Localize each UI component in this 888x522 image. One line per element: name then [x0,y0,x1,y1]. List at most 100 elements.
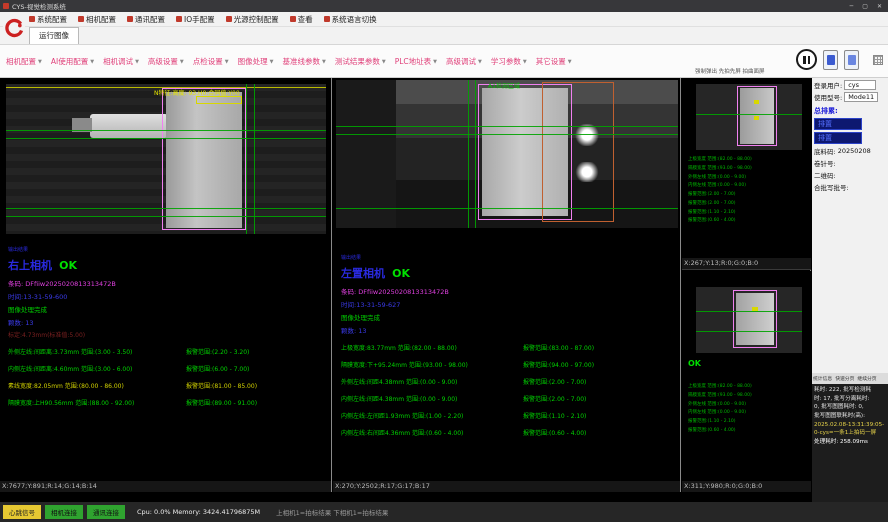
qrcode-label: 二维码: [814,170,836,180]
feature-mark [754,100,759,104]
stats-line: 时: 17, 批写分离耗时: [814,395,886,404]
model-value[interactable]: Mode11 [844,92,878,102]
menu-item-label: 查看 [298,14,313,25]
feature-mark [754,116,759,120]
measure-line [336,126,678,127]
output-result-label: 输出结果 [341,254,677,261]
preview-camera-image-1[interactable] [696,84,802,150]
measurement-value: 素线宽度:82.05mm 范围:(80.00 - 86.00) [8,381,186,390]
pause-button[interactable] [796,49,817,70]
camera-result-text: 上相机1=拍标结果 下相机1=拍标结果 [276,507,388,517]
measure-line [468,80,469,228]
alarm-range: 报警范围:(89.00 - 91.00) [186,398,328,407]
alarm-range: 报警范围:(2.20 - 3.20) [186,347,328,356]
app-window: CYS-视觉检测系统 ─ ▢ ✕ 系统配置 相机配置 通讯配置 [0,0,888,522]
menu-item-label: 光源控制配置 [234,14,279,25]
measure-line [475,80,476,228]
preview-result-line: 报警范围:(0.60 - 4.00) [688,427,809,436]
output-result-label: 输出结果 [8,246,328,253]
maximize-button[interactable]: ▢ [862,3,868,10]
toolbar-item[interactable]: 相机调试 ▼ [103,56,139,67]
stats-tab[interactable]: 继续分页 [857,375,876,382]
measure-line [6,138,326,139]
measure-line [6,130,326,131]
left-result-block: 输出结果 右上相机 OK 条码: DFfiiw2025020813313472B… [8,246,328,415]
light-flare [574,162,600,182]
process-status-text: 图像处理完成 [341,312,677,322]
right-camera-panel: A1检测区域 输出结果 左置相机 OK 条码: DFfiiw2025020813… [333,78,681,492]
minimize-button[interactable]: ─ [850,3,854,10]
toolbar-item[interactable]: 高级调试 ▼ [446,56,482,67]
toolbar-item[interactable]: 其它设置 ▼ [536,56,572,67]
needle-label: 卷针号: [814,158,836,168]
toolbar-item[interactable]: 高级设置 ▼ [148,56,184,67]
toolbar-item[interactable]: 图像处理 ▼ [238,56,274,67]
measurement-value: 内侧左线:右间距4.36mm 范围:(0.60 - 4.00) [341,428,523,437]
menu-item-icon [29,16,35,22]
preview-panel-top: 上极宽度 范围:(82.00 - 88.00)隔膜宽度 范围:(93.00 - … [682,78,811,270]
pause-icon [803,56,806,64]
toolbar-item[interactable]: AI使用配置 ▼ [51,56,94,67]
left-camera-image[interactable]: N特征:高度: 93.H0:合同值:Y00 [6,84,326,234]
measurement-row: 内侧左线:左间距1.93mm 范围:(1.00 - 2.20) 报警范围:(1.… [341,411,677,420]
chevron-down-icon: ▼ [322,59,326,65]
menu-item[interactable]: 光源控制配置 [226,14,279,25]
preview-camera-image-2[interactable] [696,287,802,353]
toolbar-item[interactable]: 学习参数 ▼ [491,56,527,67]
result-ok-badge: OK [59,259,77,272]
toolbar-item[interactable]: PLC地址表 ▼ [395,56,437,67]
measurement-row: 隔膜宽度:上H90.56mm 范围:(88.00 - 92.00) 报警范围:(… [8,398,328,407]
menu-item-label: 系统配置 [37,14,67,25]
status-indicator: 相机连接 [45,505,83,519]
preview-result-line: 隔膜宽度 范围:(93.00 - 98.00) [688,392,809,401]
menu-item[interactable]: 查看 [290,14,313,25]
menu-item-label: 通讯配置 [135,14,165,25]
result-ok-badge: OK [392,267,410,280]
measurement-value: 内侧左线:间距离:4.60mm 范围:(3.00 - 6.00) [8,364,186,373]
measure-line [246,84,247,234]
alarm-range: 报警范围:(2.00 - 7.00) [523,377,677,386]
chevron-down-icon: ▼ [568,59,572,65]
chevron-down-icon: ▼ [382,59,386,65]
chevron-down-icon: ▼ [270,59,274,65]
pixel-coordinates: X:270;Y:2502;R:17;G:17;B:17 [333,481,680,492]
timestamp-text: 时间:13-31-59-627 [341,299,677,309]
toolbar-item[interactable]: 相机配置 ▼ [6,56,42,67]
connector-part [90,114,168,138]
measurement-value: 内侧左线:左间距1.93mm 范围:(1.00 - 2.20) [341,411,523,420]
right-camera-image[interactable]: A1检测区域 [336,80,678,228]
preview-column: 上极宽度 范围:(82.00 - 88.00)隔膜宽度 范围:(93.00 - … [682,78,811,492]
stats-tab[interactable]: 统计信息 [813,375,832,382]
measurement-value: 外侧左线:间距离:3.73mm 范围:(3.00 - 3.50) [8,347,186,356]
menu-item[interactable]: IO手配置 [176,14,215,25]
tab-run-image[interactable]: 运行图像 [29,27,79,44]
menu-item[interactable]: 相机配置 [78,14,116,25]
chevron-down-icon: ▼ [478,59,482,65]
camera-tool-button-1[interactable] [823,50,838,70]
pixel-coordinates: X:7677;Y:891;R:14;G:14;B:14 [0,481,331,492]
toolbar-item-label: 学习参数 [491,56,521,67]
stats-log: 耗时: 222, 批写检测耗时: 17, 批写分离耗时:0, 批写图图耗时: 0… [812,384,888,502]
toolbar-item[interactable]: 点检设置 ▼ [193,56,229,67]
measurement-value: 隔膜宽度:下+95.24mm 范围:(93.00 - 98.00) [341,360,523,369]
toolbar-item-label: 基准线参数 [283,56,321,67]
stats-tab[interactable]: 快速分页 [835,375,854,382]
stats-line: 处理耗时: 258.09ms [814,438,886,447]
close-button[interactable]: ✕ [877,3,882,10]
batch-write-label: 合批写批号: [814,182,849,192]
menu-item-icon [226,16,232,22]
user-value[interactable]: cys [844,80,876,90]
toolbar-item[interactable]: 测试结果参数 ▼ [335,56,386,67]
grid-icon[interactable] [873,55,883,65]
menu-item[interactable]: 系统配置 [29,14,67,25]
barcode-text: 条码: DFfiiw2025020813313472B [8,278,328,288]
stats-line: 0, 批写图图耗时: 0, [814,403,886,412]
menu-item[interactable]: 系统语言切换 [324,14,377,25]
toolbar-item-label: 其它设置 [536,56,566,67]
menu-item[interactable]: 通讯配置 [127,14,165,25]
measurement-row: 外侧左线:间距4.38mm 范围:(0.00 - 9.00) 报警范围:(2.0… [341,377,677,386]
preview-result-line: 外侧左线 范围:(0.00 - 9.00) [688,401,809,410]
toolbar-item[interactable]: 基准线参数 ▼ [283,56,326,67]
calibration-text: 标定:4.73mm(标准值:5.00) [8,330,328,339]
camera-tool-button-2[interactable] [844,50,859,70]
